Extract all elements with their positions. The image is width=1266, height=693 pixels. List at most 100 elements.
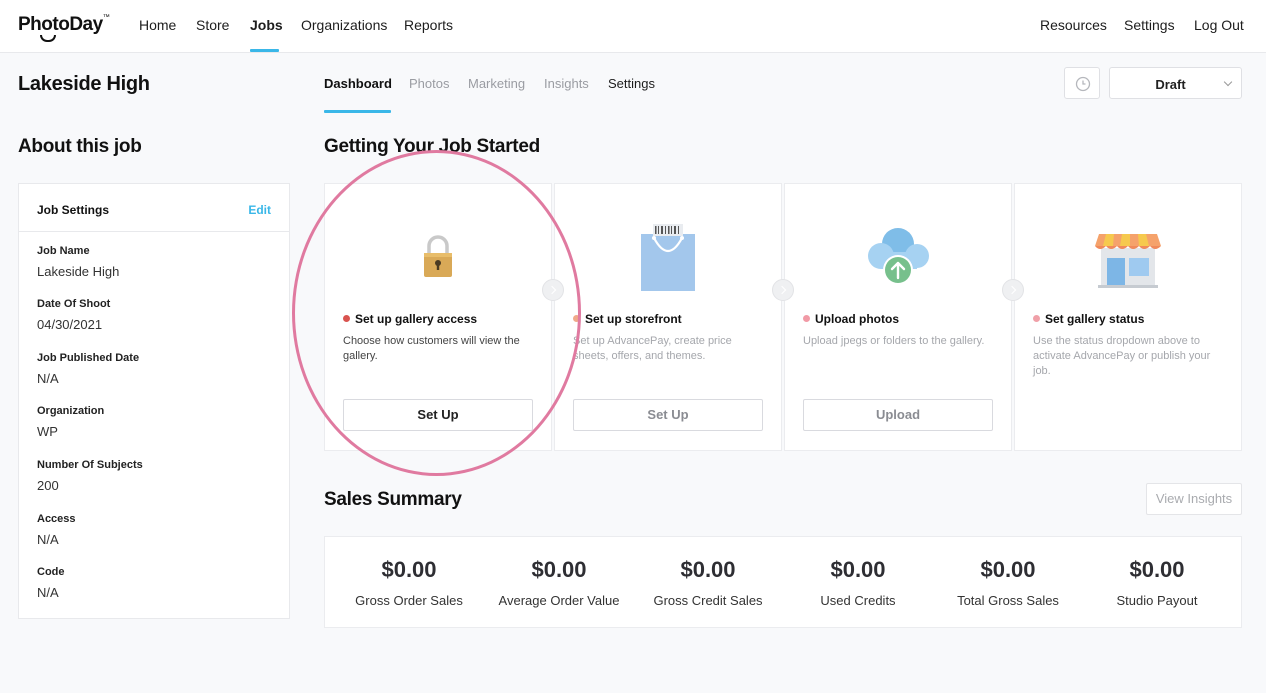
job-settings-title: Job Settings xyxy=(37,203,110,217)
metric-gross-order-sales: $0.00 Gross Order Sales xyxy=(334,557,484,608)
field-organization: Organization WP xyxy=(37,405,277,439)
field-value: WP xyxy=(37,424,58,439)
step-card-upload-photos: Upload photos Upload jpegs or folders to… xyxy=(784,183,1012,451)
field-value: N/A xyxy=(37,532,59,547)
chevron-right-icon xyxy=(542,279,564,301)
field-job-published-date: Job Published Date N/A xyxy=(37,352,277,386)
nav-home[interactable]: Home xyxy=(139,17,176,33)
view-insights-button[interactable]: View Insights xyxy=(1146,483,1242,515)
job-title: Lakeside High xyxy=(18,73,150,95)
field-code: Code N/A xyxy=(37,566,277,600)
nav-resources[interactable]: Resources xyxy=(1040,17,1107,33)
nav-reports[interactable]: Reports xyxy=(404,17,453,33)
metric-studio-payout: $0.00 Studio Payout xyxy=(1082,557,1232,608)
step-title: Set gallery status xyxy=(1045,312,1145,326)
metric-amount: $0.00 xyxy=(680,557,736,582)
tab-dashboard[interactable]: Dashboard xyxy=(324,76,392,91)
field-job-name: Job Name Lakeside High xyxy=(37,245,277,279)
history-button[interactable] xyxy=(1064,67,1100,99)
nav-settings[interactable]: Settings xyxy=(1124,17,1175,33)
step-illustration xyxy=(785,224,1011,294)
step-status-dot xyxy=(343,315,350,322)
setup-gallery-access-button[interactable]: Set Up xyxy=(343,399,533,431)
metric-label: Gross Order Sales xyxy=(355,593,463,608)
shopping-bag-icon xyxy=(641,224,695,291)
metric-amount: $0.00 xyxy=(1129,557,1185,582)
field-value: Lakeside High xyxy=(37,264,120,279)
field-number-of-subjects: Number Of Subjects 200 xyxy=(37,459,277,493)
metric-amount: $0.00 xyxy=(381,557,437,582)
metric-amount: $0.00 xyxy=(980,557,1036,582)
logo-smile-icon xyxy=(40,35,56,42)
field-value: 04/30/2021 xyxy=(37,317,103,332)
step-description: Use the status dropdown above to activat… xyxy=(1033,335,1211,377)
getting-started-title: Getting Your Job Started xyxy=(324,136,540,157)
field-value: N/A xyxy=(37,371,59,386)
nav-store[interactable]: Store xyxy=(196,17,229,33)
logo-text: PhotoDay xyxy=(18,14,103,35)
chevron-right-icon xyxy=(772,279,794,301)
field-label: Organization xyxy=(37,405,105,417)
metric-label: Used Credits xyxy=(820,593,896,608)
cloud-upload-icon xyxy=(868,228,929,285)
tab-photos[interactable]: Photos xyxy=(409,76,449,91)
nav-organizations[interactable]: Organizations xyxy=(301,17,387,33)
tab-marketing[interactable]: Marketing xyxy=(468,76,525,91)
upload-photos-button[interactable]: Upload xyxy=(803,399,993,431)
step-illustration xyxy=(325,224,551,294)
metric-gross-credit-sales: $0.00 Gross Credit Sales xyxy=(633,557,783,608)
job-status-select[interactable]: Draft xyxy=(1109,67,1242,99)
step-status-dot xyxy=(1033,315,1040,322)
step-illustration xyxy=(555,224,781,294)
step-status-dot xyxy=(803,315,810,322)
metric-used-credits: $0.00 Used Credits xyxy=(783,557,933,608)
clock-icon xyxy=(1075,76,1091,92)
metric-label: Gross Credit Sales xyxy=(653,593,763,608)
job-settings-header: Job Settings Edit xyxy=(19,184,289,232)
metric-amount: $0.00 xyxy=(531,557,587,582)
subtab-active-indicator xyxy=(324,110,391,113)
field-value: N/A xyxy=(37,585,59,600)
step-card-storefront: Set up storefront Set up AdvancePay, cre… xyxy=(554,183,782,451)
step-title: Set up storefront xyxy=(585,312,682,326)
nav-logout[interactable]: Log Out xyxy=(1194,17,1244,33)
metric-label: Average Order Value xyxy=(498,593,620,608)
step-description: Set up AdvancePay, create price sheets, … xyxy=(573,335,732,362)
sales-summary-card: $0.00 Gross Order Sales $0.00 Average Or… xyxy=(324,536,1242,628)
step-card-gallery-access: Set up gallery access Choose how custome… xyxy=(324,183,552,451)
edit-job-settings-link[interactable]: Edit xyxy=(248,203,271,217)
tab-settings[interactable]: Settings xyxy=(608,76,655,91)
photoday-logo[interactable]: PhotoDay™ xyxy=(18,14,110,42)
tab-insights[interactable]: Insights xyxy=(544,76,589,91)
field-label: Number Of Subjects xyxy=(37,459,143,471)
metric-average-order-value: $0.00 Average Order Value xyxy=(484,557,634,608)
about-section-title: About this job xyxy=(18,136,142,157)
sales-summary-title: Sales Summary xyxy=(324,489,462,510)
step-status-dot xyxy=(573,315,580,322)
storefront-icon xyxy=(1095,234,1161,288)
lock-icon xyxy=(424,235,452,277)
chevron-right-icon xyxy=(1002,279,1024,301)
nav-active-indicator xyxy=(250,49,279,52)
step-card-gallery-status: Set gallery status Use the status dropdo… xyxy=(1014,183,1242,451)
step-title: Upload photos xyxy=(815,312,899,326)
metric-label: Studio Payout xyxy=(1116,593,1198,608)
job-status-value: Draft xyxy=(1155,77,1186,92)
step-illustration xyxy=(1015,224,1241,294)
field-label: Job Published Date xyxy=(37,352,140,364)
field-label: Date Of Shoot xyxy=(37,298,111,310)
field-label: Code xyxy=(37,566,65,578)
logo-trademark: ™ xyxy=(102,14,110,21)
step-description: Choose how customers will view the galle… xyxy=(343,335,520,362)
field-value: 200 xyxy=(37,478,59,493)
setup-storefront-button[interactable]: Set Up xyxy=(573,399,763,431)
field-access: Access N/A xyxy=(37,513,277,547)
nav-jobs[interactable]: Jobs xyxy=(250,17,283,33)
step-description: Upload jpegs or folders to the gallery. xyxy=(803,335,985,347)
field-label: Job Name xyxy=(37,245,90,257)
top-navigation: PhotoDay™ Home Store Jobs Organizations … xyxy=(0,0,1266,53)
field-label: Access xyxy=(37,513,76,525)
metric-total-gross-sales: $0.00 Total Gross Sales xyxy=(933,557,1083,608)
metric-label: Total Gross Sales xyxy=(957,593,1059,608)
job-settings-card: Job Settings Edit Job Name Lakeside High… xyxy=(18,183,290,619)
